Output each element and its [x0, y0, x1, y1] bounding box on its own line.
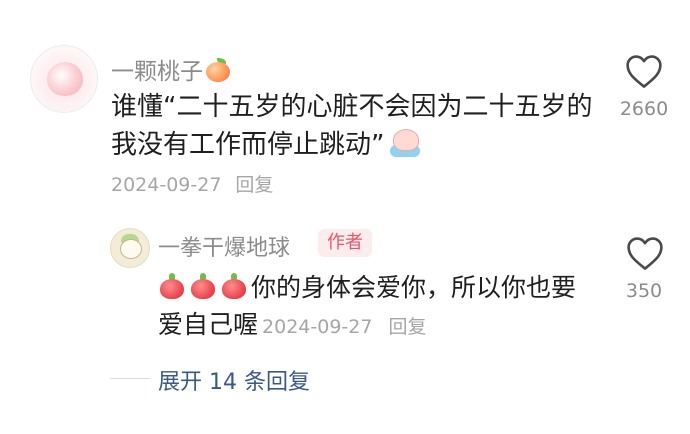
peach-emoji-icon	[205, 58, 231, 82]
author-badge: 作者	[318, 229, 372, 257]
reply-button[interactable]: 回复	[235, 174, 273, 196]
like-count: 2660	[619, 98, 669, 120]
divider	[110, 378, 150, 379]
crying-sticker-icon	[388, 127, 422, 159]
comment-text: 谁懂“二十五岁的心脏不会因为二十五岁的我没有工作而停止跳动”	[111, 88, 611, 164]
character-face	[120, 239, 142, 259]
comment-meta: 2024-09-27 回复	[111, 170, 273, 197]
username-text: 一颗桃子	[111, 59, 203, 85]
reply-like-count: 350	[625, 280, 663, 302]
like-button[interactable]	[621, 53, 667, 93]
reply-username[interactable]: 一拳干爆地球	[158, 230, 290, 262]
comment-date: 2024-09-27	[111, 174, 222, 196]
reply-text: 你的身体会爱你，所以你也要爱自己喔 2024-09-27 回复	[158, 269, 598, 346]
heart-outline-icon	[626, 55, 662, 88]
reply-like-button[interactable]	[622, 235, 668, 275]
apple-sticker-icon	[220, 273, 248, 301]
reply-avatar[interactable]	[110, 228, 150, 268]
reply-date: 2024-09-27	[262, 316, 373, 338]
comment-body: 谁懂“二十五岁的心脏不会因为二十五岁的我没有工作而停止跳动”	[111, 92, 593, 160]
heart-outline-icon	[627, 237, 663, 270]
comment-username[interactable]: 一颗桃子	[111, 52, 231, 86]
reply-meta: 2024-09-27 回复	[262, 316, 426, 338]
avatar[interactable]	[30, 45, 98, 113]
peach-illustration	[47, 62, 83, 96]
apple-sticker-icon	[189, 273, 217, 301]
reply-reply-button[interactable]: 回复	[388, 316, 426, 338]
apple-sticker-icon	[158, 273, 186, 301]
expand-replies-button[interactable]: 展开 14 条回复	[158, 364, 310, 396]
comment-thread: 一颗桃子 谁懂“二十五岁的心脏不会因为二十五岁的我没有工作而停止跳动” 2024…	[0, 0, 690, 434]
